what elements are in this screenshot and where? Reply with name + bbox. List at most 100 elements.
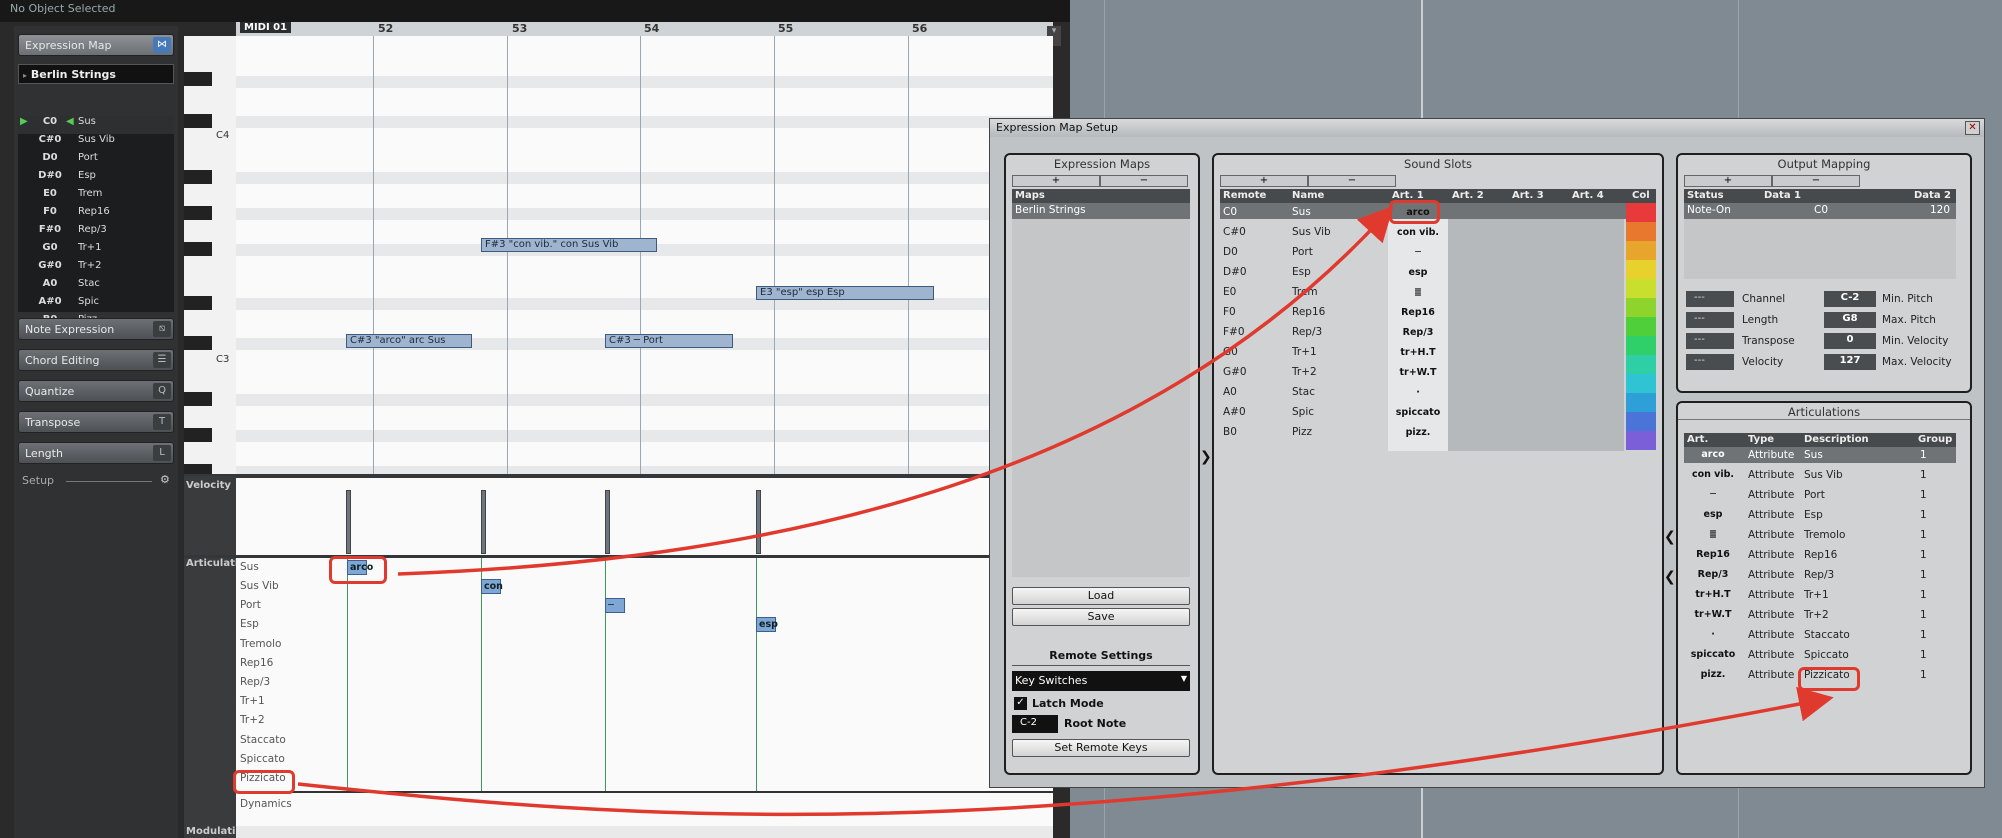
output-param-left[interactable]: --- Velocity bbox=[1686, 354, 1826, 372]
sound-slot-row[interactable]: F0 Rep16 Rep16 bbox=[1220, 303, 1626, 323]
art-description[interactable]: Sus bbox=[1804, 449, 1823, 461]
velocity-bar[interactable] bbox=[756, 490, 761, 554]
slot-color-swatch[interactable] bbox=[1626, 260, 1656, 279]
slot-color-swatch[interactable] bbox=[1626, 317, 1656, 336]
latch-mode-checkbox[interactable]: ✓ bbox=[1014, 697, 1027, 710]
remove-slot-button[interactable]: − bbox=[1308, 175, 1396, 187]
remove-output-button[interactable]: − bbox=[1772, 175, 1860, 187]
sound-slot-row[interactable]: F#0 Rep/3 Rep/3 bbox=[1220, 323, 1626, 343]
black-key[interactable] bbox=[184, 336, 212, 350]
velocity-bar[interactable] bbox=[481, 490, 486, 554]
sound-slot-row[interactable]: G0 Tr+1 tr+H.T bbox=[1220, 343, 1626, 363]
gear-icon[interactable]: ⚙ bbox=[160, 473, 170, 486]
timeline-ruler[interactable]: MIDI 01 52 53 54 55 56 bbox=[236, 22, 1053, 36]
output-param-left[interactable]: --- Length bbox=[1686, 312, 1826, 330]
remote-mode-select[interactable]: Key Switches ▼ bbox=[1012, 671, 1190, 691]
output-param-right[interactable]: 0 Min. Velocity bbox=[1824, 333, 1970, 351]
sound-slot-row[interactable]: D0 Port ─ bbox=[1220, 243, 1626, 263]
articulation-definition-row[interactable]: Rep/3 Attribute Rep/3 1 bbox=[1684, 567, 1956, 587]
load-button[interactable]: Load bbox=[1012, 587, 1190, 605]
articulation-definition-row[interactable]: con vib. Attribute Sus Vib 1 bbox=[1684, 467, 1956, 487]
midi-note[interactable]: C#3 ─ Port bbox=[605, 334, 733, 348]
add-slot-button[interactable]: + bbox=[1220, 175, 1308, 187]
quantize-section[interactable]: Quantize Q bbox=[18, 380, 174, 402]
set-remote-keys-button[interactable]: Set Remote Keys bbox=[1012, 739, 1190, 757]
midi-note[interactable]: C#3 "arco" arc Sus bbox=[346, 334, 472, 348]
chord-editing-section[interactable]: Chord Editing ☰ bbox=[18, 349, 174, 371]
slot-art1[interactable]: ≣ bbox=[1388, 287, 1448, 298]
param-value[interactable]: C-2 bbox=[1824, 291, 1876, 307]
articulation-block[interactable]: ─ bbox=[605, 598, 625, 613]
close-icon[interactable]: ✕ bbox=[1965, 121, 1980, 135]
add-output-button[interactable]: + bbox=[1684, 175, 1772, 187]
slot-color-swatch[interactable] bbox=[1626, 222, 1656, 241]
velocity-lane[interactable] bbox=[236, 478, 1053, 556]
map-list-item[interactable]: Berlin Strings bbox=[1012, 203, 1190, 219]
articulation-definition-row[interactable]: arco Attribute Sus 1 bbox=[1684, 447, 1956, 467]
expression-map-select[interactable]: ▸ Berlin Strings bbox=[18, 64, 174, 84]
articulation-definition-row[interactable]: esp Attribute Esp 1 bbox=[1684, 507, 1956, 527]
output-param-right[interactable]: 127 Max. Velocity bbox=[1824, 354, 1970, 372]
expression-map-setup-icon[interactable]: ⋈ bbox=[153, 37, 171, 53]
param-value[interactable]: --- bbox=[1686, 291, 1734, 307]
art-description[interactable]: Sus Vib bbox=[1804, 469, 1843, 481]
black-key[interactable] bbox=[184, 392, 212, 406]
root-note-stepper[interactable]: C-2 bbox=[1012, 715, 1058, 733]
articulation-row[interactable]: A#0 Spic bbox=[18, 296, 174, 314]
dialog-titlebar[interactable]: Expression Map Setup ✕ bbox=[990, 119, 1984, 137]
output-param-right[interactable]: G8 Max. Pitch bbox=[1824, 312, 1970, 330]
articulation-row[interactable]: E0 Trem bbox=[18, 188, 174, 206]
black-key[interactable] bbox=[184, 242, 212, 256]
articulation-definition-row[interactable]: ─ Attribute Port 1 bbox=[1684, 487, 1956, 507]
midi-note[interactable]: F#3 "con vib." con Sus Vib bbox=[481, 238, 657, 252]
remove-map-button[interactable]: − bbox=[1100, 175, 1188, 187]
slot-art1[interactable]: tr+H.T bbox=[1388, 347, 1448, 358]
expression-map-section[interactable]: Expression Map ⋈ bbox=[18, 34, 174, 56]
maps-list-area[interactable] bbox=[1012, 219, 1190, 577]
articulation-definition-row[interactable]: tr+W.T Attribute Tr+2 1 bbox=[1684, 607, 1956, 627]
art-description[interactable]: Rep/3 bbox=[1804, 569, 1834, 581]
black-key[interactable] bbox=[184, 206, 212, 220]
output-param-left[interactable]: --- Transpose bbox=[1686, 333, 1826, 351]
param-value[interactable]: G8 bbox=[1824, 312, 1876, 328]
piano-keyboard[interactable]: C4 C3 bbox=[184, 36, 236, 478]
setup-row[interactable]: Setup ⚙ bbox=[22, 473, 172, 490]
articulation-definition-row[interactable]: tr+H.T Attribute Tr+1 1 bbox=[1684, 587, 1956, 607]
articulation-row[interactable]: A0 Stac bbox=[18, 278, 174, 296]
sound-slot-row[interactable]: E0 Trem ≣ bbox=[1220, 283, 1626, 303]
articulation-row[interactable]: ▶ C0 ◀ Sus bbox=[18, 116, 174, 134]
articulation-row[interactable]: D#0 Esp bbox=[18, 170, 174, 188]
articulation-row[interactable]: F#0 Rep/3 bbox=[18, 224, 174, 242]
slot-art1[interactable]: con vib. bbox=[1388, 227, 1448, 238]
velocity-bar[interactable] bbox=[346, 490, 351, 554]
slot-art1[interactable]: ─ bbox=[1388, 247, 1448, 258]
param-value[interactable]: 127 bbox=[1824, 354, 1876, 370]
slot-color-swatch[interactable] bbox=[1626, 412, 1656, 431]
articulation-definition-row[interactable]: ≣ Attribute Tremolo 1 bbox=[1684, 527, 1956, 547]
output-param-right[interactable]: C-2 Min. Pitch bbox=[1824, 291, 1970, 309]
articulation-row[interactable]: F0 Rep16 bbox=[18, 206, 174, 224]
art-description[interactable]: Tremolo bbox=[1804, 529, 1845, 541]
slot-art1[interactable]: · bbox=[1388, 387, 1448, 398]
slot-art1[interactable]: tr+W.T bbox=[1388, 367, 1448, 378]
slot-art1[interactable]: esp bbox=[1388, 267, 1448, 278]
sound-slot-row[interactable]: C#0 Sus Vib con vib. bbox=[1220, 223, 1626, 243]
art-description[interactable]: Spiccato bbox=[1804, 649, 1849, 661]
black-key[interactable] bbox=[184, 428, 212, 442]
note-grid[interactable]: F#3 "con vib." con Sus Vib E3 "esp" esp … bbox=[236, 36, 1053, 478]
slot-art1[interactable]: pizz. bbox=[1388, 427, 1448, 438]
slot-color-swatch[interactable] bbox=[1626, 336, 1656, 355]
slot-art1[interactable]: Rep16 bbox=[1388, 307, 1448, 318]
sound-slot-row[interactable]: A#0 Spic spiccato bbox=[1220, 403, 1626, 423]
sound-slot-row[interactable]: B0 Pizz pizz. bbox=[1220, 423, 1626, 443]
param-value[interactable]: --- bbox=[1686, 312, 1734, 328]
art-description[interactable]: Staccato bbox=[1804, 629, 1850, 641]
sound-slot-row[interactable]: D#0 Esp esp bbox=[1220, 263, 1626, 283]
articulation-row[interactable]: G0 Tr+1 bbox=[18, 242, 174, 260]
art-description[interactable]: Rep16 bbox=[1804, 549, 1837, 561]
param-value[interactable]: --- bbox=[1686, 354, 1734, 370]
articulation-row[interactable]: C#0 Sus Vib bbox=[18, 134, 174, 152]
slot-color-swatch[interactable] bbox=[1626, 431, 1656, 450]
transpose-section[interactable]: Transpose T bbox=[18, 411, 174, 433]
velocity-bar[interactable] bbox=[605, 490, 610, 554]
